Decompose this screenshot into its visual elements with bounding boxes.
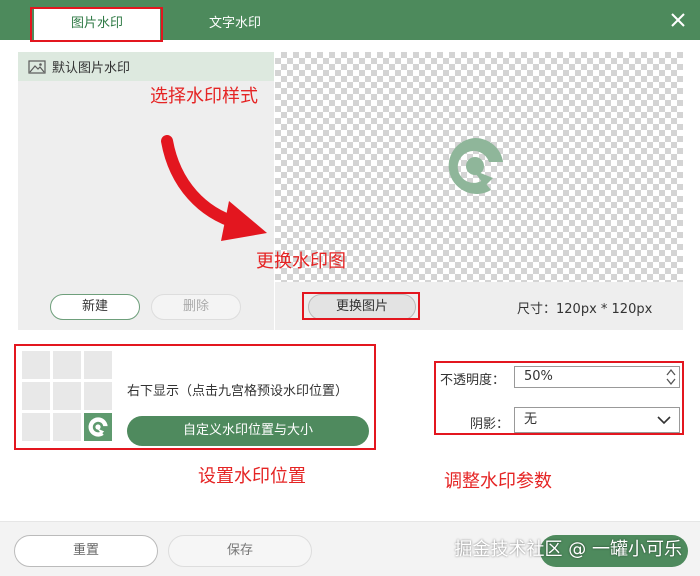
grid-cell-bottom-right[interactable] xyxy=(84,413,112,441)
opacity-stepper[interactable]: 50% xyxy=(514,366,680,388)
shadow-label: 阴影： xyxy=(470,417,510,432)
opacity-value: 50% xyxy=(524,369,553,384)
annotation-adjust-params: 调整水印参数 xyxy=(444,471,552,492)
tab-text-watermark[interactable]: 文字水印 xyxy=(180,7,290,40)
tab-image-watermark[interactable]: 图片水印 xyxy=(34,7,160,40)
annotation-select-style: 选择水印样式 xyxy=(150,86,258,107)
reset-button[interactable]: 重置 xyxy=(14,535,158,567)
position-grid xyxy=(22,351,112,443)
watermark-logo-icon xyxy=(88,417,108,437)
close-button[interactable] xyxy=(668,10,688,30)
new-style-button[interactable]: 新建 xyxy=(50,294,140,320)
delete-style-button[interactable]: 删除 xyxy=(151,294,241,320)
site-watermark: 掘金技术社区 @ 一罐小可乐 xyxy=(454,539,682,560)
grid-cell-bottom-center[interactable] xyxy=(53,413,81,441)
watermark-logo-icon xyxy=(448,137,503,194)
shadow-select[interactable]: 无 xyxy=(514,407,680,433)
grid-cell-center[interactable] xyxy=(53,382,81,410)
shadow-value: 无 xyxy=(524,412,538,427)
grid-cell-bottom-left[interactable] xyxy=(22,413,50,441)
annotation-set-position: 设置水印位置 xyxy=(198,466,306,487)
custom-position-button[interactable]: 自定义水印位置与大小 xyxy=(127,416,369,446)
close-icon xyxy=(671,13,685,27)
image-icon xyxy=(28,59,46,74)
position-status-text: 右下显示（点击九宫格预设水印位置） xyxy=(127,384,349,399)
change-image-button[interactable]: 更换图片 xyxy=(308,294,416,320)
opacity-label: 不透明度： xyxy=(440,373,506,388)
style-item-label: 默认图片水印 xyxy=(52,61,131,76)
grid-cell-top-left[interactable] xyxy=(22,351,50,379)
image-size-label: 尺寸：120px * 120px xyxy=(517,302,653,317)
annotation-change-image: 更换水印图 xyxy=(256,251,346,272)
grid-cell-top-right[interactable] xyxy=(84,351,112,379)
arrow-annotation-icon xyxy=(161,135,267,241)
chevron-down-icon xyxy=(657,416,671,425)
grid-cell-middle-left[interactable] xyxy=(22,382,50,410)
watermark-style-panel: 默认图片水印 新建 删除 更换图片 尺寸：120px * 120px xyxy=(18,52,683,330)
style-item-default[interactable]: 默认图片水印 xyxy=(18,52,274,81)
chevron-up-icon[interactable] xyxy=(666,368,676,376)
chevron-down-icon[interactable] xyxy=(666,378,676,386)
grid-cell-middle-right[interactable] xyxy=(84,382,112,410)
grid-cell-top-center[interactable] xyxy=(53,351,81,379)
save-button[interactable]: 保存 xyxy=(168,535,312,567)
